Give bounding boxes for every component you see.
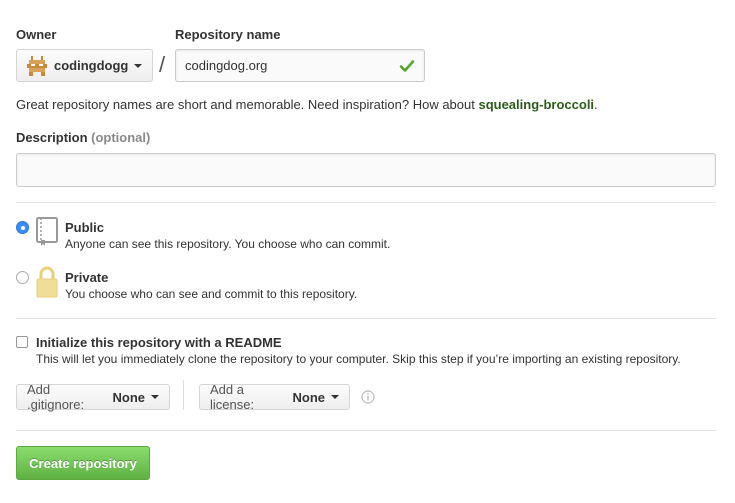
chevron-down-icon [331, 395, 339, 399]
checkmark-icon [399, 60, 415, 72]
private-title: Private [65, 270, 109, 285]
name-hint-end: . [594, 97, 598, 112]
license-label: Add a license: [210, 382, 255, 412]
readme-checkbox[interactable] [16, 336, 28, 348]
lock-icon [36, 266, 58, 298]
license-select-button[interactable]: Add a license: None [199, 382, 350, 412]
public-radio[interactable] [16, 221, 29, 234]
private-radio[interactable] [16, 271, 29, 284]
repository-name-value: codingdog.org [185, 58, 268, 73]
create-repository-button[interactable]: Create repository [16, 446, 150, 480]
owner-repo-separator: / [159, 52, 166, 77]
repository-name-label: Repository name [175, 27, 281, 42]
description-input[interactable] [16, 153, 716, 187]
vertical-divider [183, 380, 184, 410]
repository-name-input[interactable]: codingdog.org [175, 49, 425, 82]
gitignore-label: Add .gitignore: [27, 382, 85, 412]
gitignore-select-button[interactable]: Add .gitignore: None [16, 382, 170, 412]
gitignore-value: None [112, 389, 146, 405]
chevron-down-icon [134, 63, 143, 68]
owner-select-button[interactable]: codingdogg [16, 49, 153, 82]
divider [16, 202, 716, 203]
description-optional-tag: (optional) [91, 130, 151, 145]
owner-name: codingdogg [54, 58, 129, 73]
owner-label: Owner [16, 27, 57, 42]
divider [16, 430, 716, 431]
divider [16, 318, 716, 319]
readme-description: This will let you immediately clone the … [36, 352, 681, 366]
repo-book-icon [36, 217, 58, 246]
name-hint-text: Great repository names are short and mem… [16, 97, 479, 112]
private-description: You choose who can see and commit to thi… [65, 287, 358, 301]
name-suggestion-link[interactable]: squealing-broccoli [478, 97, 594, 112]
owner-avatar-icon [27, 55, 47, 76]
description-label: Description (optional) [16, 130, 150, 145]
description-label-text: Description [16, 130, 88, 145]
public-description: Anyone can see this repository. You choo… [65, 237, 391, 251]
chevron-down-icon [151, 395, 159, 399]
name-hint: Great repository names are short and mem… [16, 97, 598, 112]
info-icon[interactable] [361, 390, 375, 404]
public-title: Public [65, 220, 105, 235]
license-value: None [292, 389, 326, 405]
readme-title: Initialize this repository with a README [36, 335, 282, 350]
